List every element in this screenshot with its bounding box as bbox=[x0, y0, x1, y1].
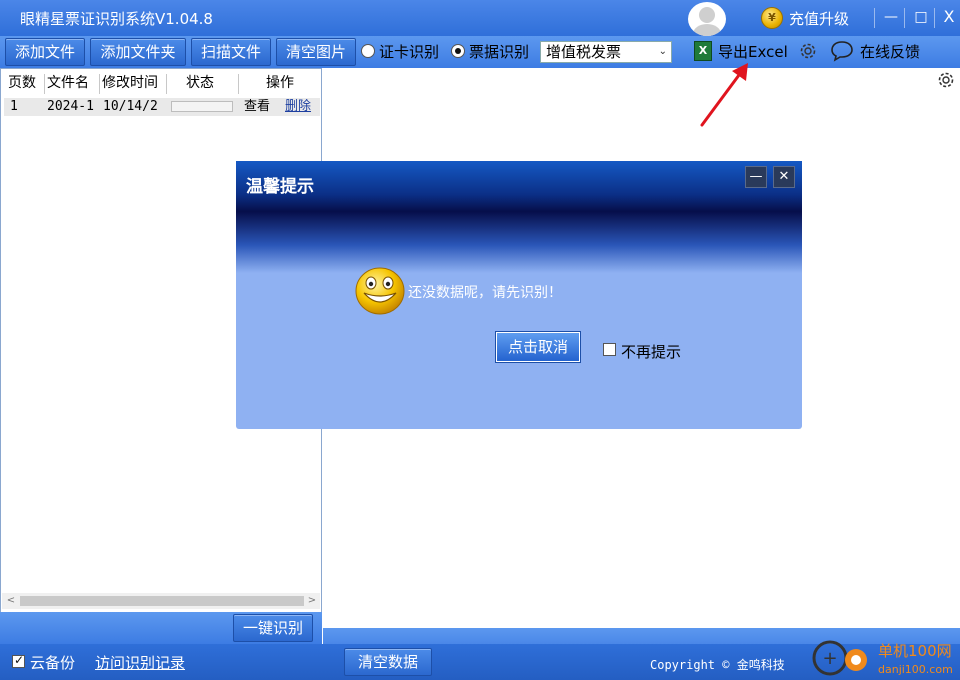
dialog-close-button[interactable]: ✕ bbox=[773, 166, 795, 188]
title-separator bbox=[904, 8, 905, 28]
scroll-left-arrow[interactable]: < bbox=[3, 593, 19, 609]
recharge-upgrade-link[interactable]: 充值升级 bbox=[789, 8, 849, 29]
dialog-title: 温馨提示 bbox=[246, 177, 314, 197]
coin-icon: ¥ bbox=[761, 7, 783, 29]
one-click-recognize-button[interactable]: 一键识别 bbox=[233, 614, 313, 642]
add-folder-button[interactable]: 添加文件夹 bbox=[90, 38, 186, 66]
scan-file-button[interactable]: 扫描文件 bbox=[191, 38, 271, 66]
close-button[interactable]: X bbox=[937, 6, 960, 30]
clear-images-button[interactable]: 清空图片 bbox=[276, 38, 356, 66]
column-header-filename[interactable]: 文件名 bbox=[47, 70, 99, 96]
bill-recognition-label[interactable]: 票据识别 bbox=[469, 41, 529, 62]
row-view-link[interactable]: 查看 bbox=[244, 99, 280, 115]
scrollbar-thumb[interactable] bbox=[20, 596, 304, 606]
clear-data-button[interactable]: 清空数据 bbox=[344, 648, 432, 676]
column-header-actions[interactable]: 操作 bbox=[266, 70, 306, 96]
cloud-backup-checkbox[interactable] bbox=[12, 653, 25, 668]
row-page-number: 1 bbox=[10, 99, 18, 114]
dont-show-again-label[interactable]: 不再提示 bbox=[621, 341, 681, 362]
minimize-button[interactable]: — bbox=[879, 6, 903, 30]
settings-gear-icon[interactable] bbox=[798, 41, 818, 61]
online-feedback-link[interactable]: 在线反馈 bbox=[860, 41, 920, 62]
column-header-status[interactable]: 状态 bbox=[186, 70, 226, 96]
row-status-progress bbox=[171, 101, 233, 112]
dialog-message: 还没数据呢，请先识别！ bbox=[408, 285, 562, 301]
svg-text:+: + bbox=[822, 648, 837, 669]
dont-show-again-checkbox[interactable] bbox=[603, 343, 616, 356]
watermark-site-name: 单机100网 bbox=[878, 642, 952, 660]
row-file-name: 2024-1 bbox=[47, 99, 94, 114]
row-delete-link[interactable]: 删除 bbox=[285, 99, 319, 115]
dialog-cancel-button[interactable]: 点击取消 bbox=[496, 332, 580, 362]
column-header-modified[interactable]: 修改时间 bbox=[102, 70, 166, 96]
column-divider[interactable] bbox=[238, 74, 239, 94]
cloud-backup-label[interactable]: 云备份 bbox=[30, 652, 75, 673]
maximize-button[interactable]: □ bbox=[909, 6, 933, 30]
panel-settings-gear-icon[interactable] bbox=[936, 70, 956, 90]
site-watermark-logo: + 单机100网 danji100.com bbox=[812, 640, 953, 676]
column-divider[interactable] bbox=[166, 74, 167, 94]
column-divider[interactable] bbox=[99, 74, 100, 94]
copyright-text: Copyright © 金鸣科技 bbox=[650, 658, 785, 672]
window-title: 眼精星票证识别系统V1.04.8 bbox=[20, 10, 213, 28]
smiley-face-icon bbox=[355, 267, 405, 315]
card-recognition-radio[interactable] bbox=[361, 44, 375, 58]
user-avatar[interactable] bbox=[688, 2, 726, 36]
column-header-page[interactable]: 页数 bbox=[8, 70, 44, 96]
card-recognition-label[interactable]: 证卡识别 bbox=[379, 41, 439, 62]
dialog-header-gradient bbox=[236, 161, 802, 273]
title-separator bbox=[874, 8, 875, 28]
add-file-button[interactable]: 添加文件 bbox=[5, 38, 85, 66]
invoice-type-select[interactable]: 增值税发票 ⌄ bbox=[540, 41, 672, 63]
invoice-type-value: 增值税发票 bbox=[546, 43, 622, 61]
bill-recognition-radio[interactable] bbox=[451, 44, 465, 58]
chat-bubble-icon bbox=[831, 41, 853, 62]
scroll-right-arrow[interactable]: > bbox=[304, 593, 320, 609]
user-icon bbox=[693, 7, 721, 36]
column-divider[interactable] bbox=[44, 74, 45, 94]
title-separator bbox=[934, 8, 935, 28]
visit-records-link[interactable]: 访问识别记录 bbox=[95, 652, 185, 673]
watermark-site-url: danji100.com bbox=[878, 663, 953, 676]
chevron-down-icon: ⌄ bbox=[658, 46, 667, 57]
dialog-minimize-button[interactable]: — bbox=[745, 166, 767, 188]
row-modified-time: 10/14/2 bbox=[103, 99, 158, 114]
red-arrow-annotation bbox=[700, 63, 748, 127]
